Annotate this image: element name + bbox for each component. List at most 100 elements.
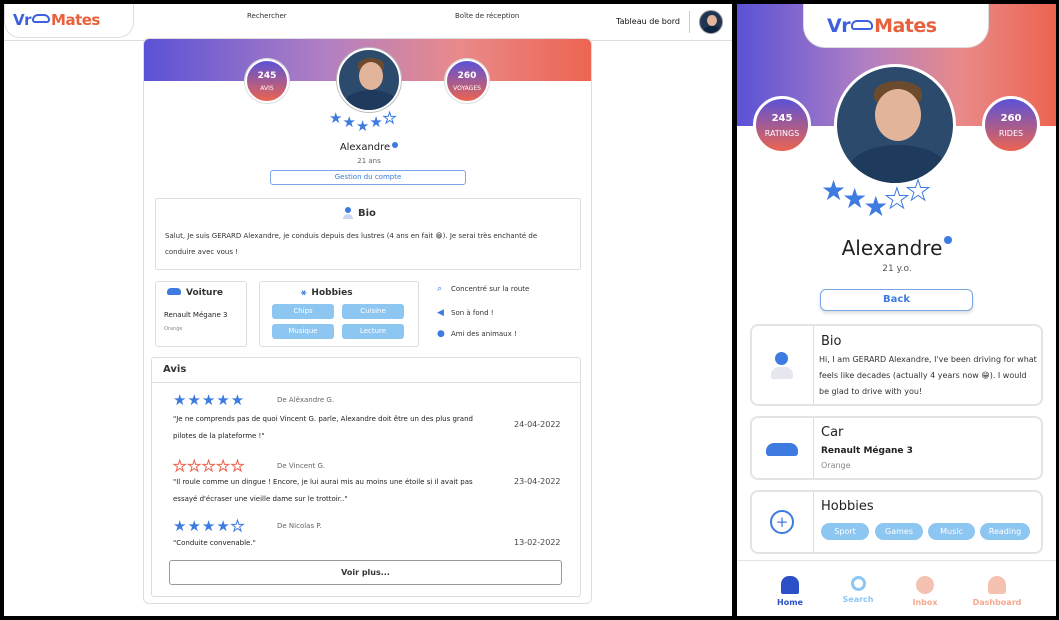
logo-part1: Vr (827, 15, 851, 37)
hobby-chip: Musique (272, 324, 334, 339)
tab-home[interactable]: Home (760, 576, 820, 607)
profile-name: Alexandre (324, 142, 414, 153)
paw-icon: ● (437, 329, 445, 339)
logo-tab: Vr Mates (4, 4, 134, 38)
reviews-section: Avis ★★★★★ De Alëxandre G. "Je ne compre… (151, 357, 581, 597)
hobby-chip: Music (928, 523, 975, 540)
hobby-chip: Sport (821, 523, 869, 540)
focus-icon: ⌕ (437, 284, 443, 294)
star-icon: ★ (342, 113, 356, 131)
user-avatar[interactable] (699, 10, 723, 34)
reviews-count: 245 (257, 71, 277, 81)
desktop-header: Vr Mates Rechercher Boîte de réception Ta… (4, 4, 732, 41)
bio-text: Hi, I am GERARD Alexandre, I've been dri… (819, 355, 1037, 396)
trait-label: Ami des animaux ! (451, 330, 517, 338)
reviews-label: RATINGS (764, 129, 800, 138)
user-icon (343, 207, 353, 219)
star-icon: ★ (329, 109, 343, 127)
hobbies-title: Hobbies (311, 288, 353, 298)
hobbies-section: ⚹ Hobbies Chips Cuisine Musique Lecture (259, 281, 419, 347)
bio-text: Salut, Je suis GERARD Alexandre, je cond… (165, 232, 538, 256)
review-date: 13-02-2022 (514, 538, 561, 547)
desktop-profile-screen: Vr Mates Rechercher Boîte de réception Ta… (4, 4, 732, 616)
trips-count: 260 (457, 71, 477, 81)
hobbies-card: + Hobbies Sport Games Music Reading (750, 490, 1043, 554)
bio-title: Bio (358, 208, 376, 219)
profile-name: Alexandre (817, 236, 977, 260)
trips-count-badge: 260 RIDES (982, 96, 1040, 154)
tab-label: Search (842, 595, 874, 604)
tab-inbox[interactable]: Inbox (895, 576, 955, 607)
bio-heading: Bio (343, 207, 376, 219)
nav-inbox-link[interactable]: Boîte de réception (455, 12, 519, 20)
review-stars: ★★★★★ (172, 457, 246, 476)
hobby-chip: Lecture (342, 324, 404, 339)
review-date: 23-04-2022 (514, 477, 561, 486)
star-empty-icon: ★ (382, 109, 397, 128)
review-author: De Alëxandre G. (277, 396, 335, 404)
header-divider (689, 11, 690, 33)
trait-label: Son à fond ! (451, 309, 494, 317)
trips-label: VOYAGES (453, 85, 481, 92)
car-section: Voiture Renault Mégane 3 Orange (155, 281, 247, 347)
logo-part1: Vr (13, 11, 32, 29)
reviews-title: Avis (163, 364, 187, 375)
verified-icon (944, 236, 953, 244)
tab-label: Inbox (912, 598, 938, 607)
search-icon (850, 576, 866, 591)
chat-bubble-icon (916, 576, 934, 594)
speaker-icon: ◀ (437, 308, 444, 318)
car-color: Orange (164, 326, 183, 332)
account-settings-button[interactable]: Gestion du compte (270, 170, 466, 185)
car-model: Renault Mégane 3 (821, 446, 913, 456)
profile-age: 21 ans (357, 157, 381, 165)
review-stars: ★★★★★ (173, 517, 246, 536)
profile-avatar (834, 64, 956, 186)
star-empty-icon: ★★★★★ (172, 457, 246, 476)
profile-card: 245 AVIS 260 VOYAGES ★★★★★ Alexandre 21 … (143, 38, 592, 604)
reviews-count-badge: 245 AVIS (245, 59, 289, 103)
review-author: De Vincent G. (277, 462, 326, 470)
review-author: De Nicolas P. (277, 522, 322, 530)
bio-title: Bio (821, 334, 842, 349)
tab-search[interactable]: Search (828, 576, 888, 604)
trait-music: ◀ Son à fond ! (437, 308, 494, 318)
car-icon (167, 288, 181, 295)
nav-dashboard-link[interactable]: Tableau de bord (616, 17, 680, 26)
review-date: 24-04-2022 (514, 420, 561, 429)
tab-label: Home (777, 598, 803, 607)
profile-name-text: Alexandre (339, 142, 391, 153)
car-card: Car Renault Mégane 3 Orange (750, 416, 1043, 480)
tab-label: Dashboard (972, 598, 1022, 607)
nav-search-link[interactable]: Rechercher (247, 12, 287, 20)
star-empty-icon: ★ (905, 174, 931, 208)
bio-section: Bio Salut, Je suis GERARD Alexandre, je … (155, 198, 581, 270)
hobby-chip: Reading (980, 523, 1030, 540)
profile-name-text: Alexandre (841, 236, 943, 260)
mobile-logo-tab: Vr Mates (803, 4, 989, 48)
vroommates-logo[interactable]: Vr Mates (13, 11, 100, 29)
see-more-button[interactable]: Voir plus... (169, 560, 562, 585)
trips-count-badge: 260 VOYAGES (445, 59, 489, 103)
trait-focused: ⌕ Concentré sur la route (437, 284, 529, 294)
reviews-label: AVIS (260, 85, 274, 92)
review-text: "Conduite convenable." (173, 539, 256, 547)
basketball-icon: ⚹ (301, 288, 307, 298)
car-title: Car (821, 425, 844, 440)
car-model: Renault Mégane 3 (164, 311, 228, 319)
trait-pets: ● Ami des animaux ! (437, 329, 517, 339)
reviews-count: 245 (771, 113, 793, 124)
logo-part2: Mates (874, 15, 937, 37)
car-title: Voiture (186, 288, 223, 298)
trait-label: Concentré sur la route (451, 285, 530, 293)
tab-dashboard[interactable]: Dashboard (967, 576, 1027, 607)
trips-label: RIDES (998, 129, 1024, 138)
bio-card: Bio Hi, I am GERARD Alexandre, I've been… (750, 324, 1043, 406)
car-heading: Voiture (167, 288, 223, 298)
star-icon: ★ (355, 117, 370, 135)
star-empty-icon: ★ (230, 517, 246, 536)
vroommates-logo[interactable]: Vr Mates (827, 15, 937, 37)
logo-part2: Mates (51, 11, 100, 29)
logo-car-icon (32, 14, 51, 23)
back-button[interactable]: Back (820, 289, 973, 311)
